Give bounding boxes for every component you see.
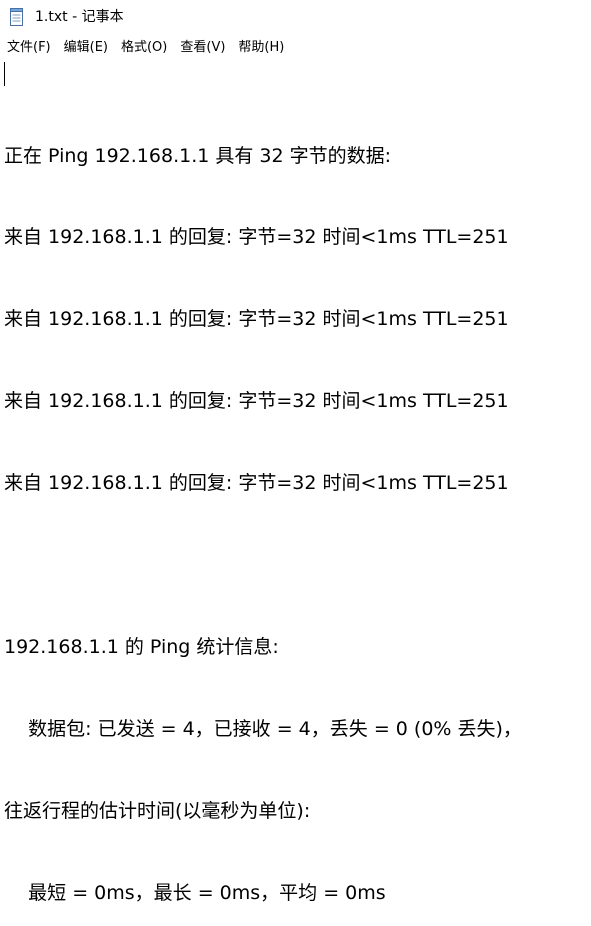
notepad-icon	[10, 8, 23, 26]
text-line: 最短 = 0ms，最长 = 0ms，平均 = 0ms	[4, 881, 386, 904]
text-line: 数据包: 已发送 = 4，已接收 = 4，丢失 = 0 (0% 丢失)，	[4, 717, 522, 740]
menu-edit[interactable]: 编辑(E)	[61, 38, 111, 58]
text-line: 来自 192.168.1.1 的回复: 字节=32 时间<1ms TTL=251	[4, 308, 509, 331]
title-bar[interactable]: 1.txt - 记事本	[0, 0, 591, 34]
menu-help[interactable]: 帮助(H)	[235, 38, 287, 58]
text-line	[4, 552, 522, 579]
menu-bar: 文件(F) 编辑(E) 格式(O) 查看(V) 帮助(H)	[0, 36, 591, 60]
menu-view[interactable]: 查看(V)	[177, 38, 228, 58]
text-line: 往返行程的估计时间(以毫秒为单位):	[4, 799, 311, 822]
menu-format[interactable]: 格式(O)	[118, 38, 170, 58]
menu-file[interactable]: 文件(F)	[4, 38, 54, 58]
text-line: 正在 Ping 192.168.1.1 具有 32 字节的数据:	[4, 144, 392, 167]
text-line: 来自 192.168.1.1 的回复: 字节=32 时间<1ms TTL=251	[4, 390, 509, 413]
text-line: 来自 192.168.1.1 的回复: 字节=32 时间<1ms TTL=251	[4, 226, 509, 249]
text-editor[interactable]: 正在 Ping 192.168.1.1 具有 32 字节的数据: 来自 192.…	[0, 60, 591, 904]
window-title: 1.txt - 记事本	[35, 9, 124, 25]
text-line: 192.168.1.1 的 Ping 统计信息:	[4, 635, 279, 658]
text-caret	[4, 62, 5, 86]
document-text: 正在 Ping 192.168.1.1 具有 32 字节的数据: 来自 192.…	[4, 88, 522, 926]
text-line: 来自 192.168.1.1 的回复: 字节=32 时间<1ms TTL=251	[4, 472, 509, 495]
